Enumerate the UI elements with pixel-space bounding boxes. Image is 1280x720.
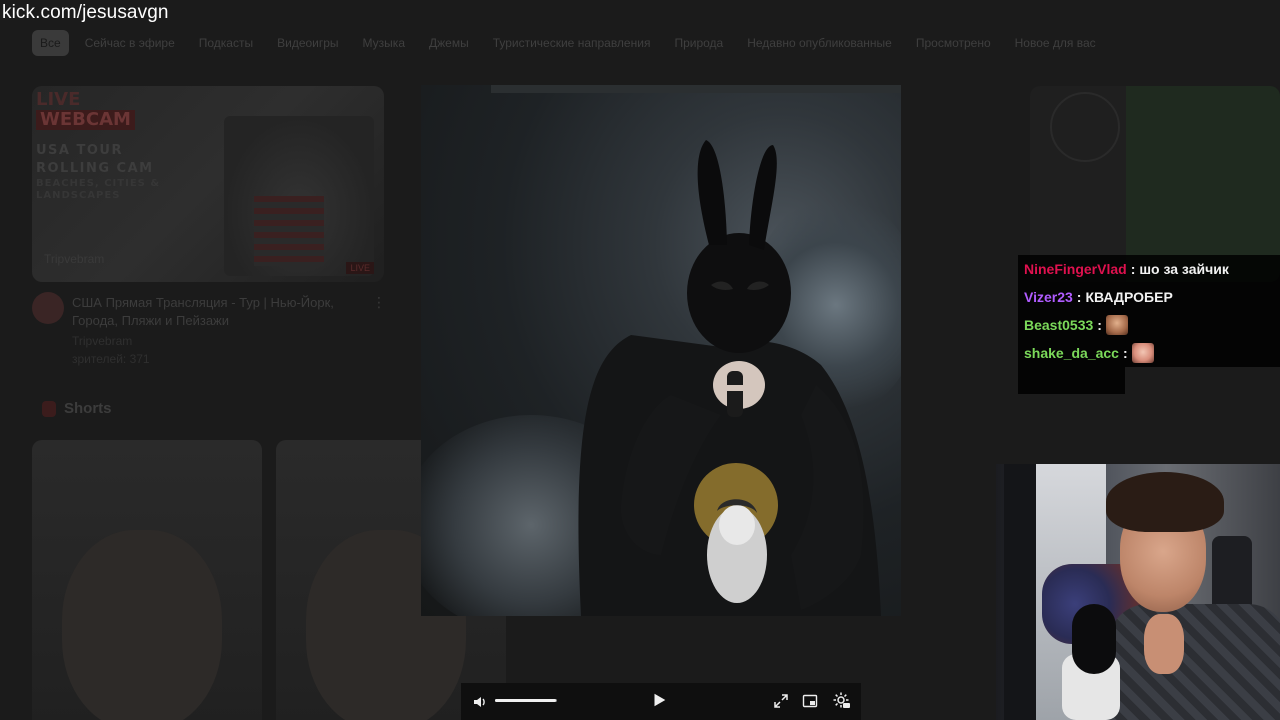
- category-chips: Все Сейчас в эфире Подкасты Видеоигры Му…: [32, 30, 1104, 56]
- thumbnail-image: [1126, 86, 1280, 282]
- chip[interactable]: Природа: [666, 30, 731, 56]
- thumb-line: ROLLING CAM: [36, 161, 154, 176]
- volume-slider-fill: [495, 699, 557, 702]
- chip[interactable]: Музыка: [355, 30, 413, 56]
- thumb-brand: Tripvebram: [44, 252, 105, 266]
- streamer-shirt: [1108, 604, 1280, 720]
- flag-graphic: [254, 196, 324, 266]
- chat-username: Vizer23: [1024, 289, 1073, 305]
- video-meta: Tripvebram зрителей: 371: [72, 332, 150, 368]
- streamer-hand: [1144, 614, 1184, 674]
- chat-overlay: NineFingerVlad : шо за зайчик Vizer23 : …: [1018, 255, 1280, 394]
- thumb-headline: USA TOUR ROLLING CAM: [36, 142, 154, 178]
- chat-username: shake_da_acc: [1024, 345, 1119, 361]
- chip[interactable]: Новое для вас: [1007, 30, 1104, 56]
- viewer-count: зрителей: 371: [72, 352, 150, 366]
- thumb-line: USA TOUR: [36, 143, 123, 158]
- chip[interactable]: Просмотрено: [908, 30, 999, 56]
- shorts-card[interactable]: [32, 440, 262, 720]
- chat-separator: :: [1122, 345, 1128, 361]
- chat-text: шо за зайчик: [1139, 261, 1229, 277]
- chat-text: КВАДРОБЕР: [1085, 289, 1173, 305]
- video-player[interactable]: [421, 85, 901, 616]
- channel-avatar[interactable]: [32, 292, 64, 324]
- player-controls: [461, 683, 861, 720]
- featured-video-thumbnail[interactable]: LIVE WEBCAM USA TOUR ROLLING CAM BEACHES…: [32, 86, 384, 282]
- channel-name[interactable]: Tripvebram: [72, 332, 150, 350]
- picture-in-picture-icon[interactable]: [801, 692, 819, 710]
- performer-figure: [578, 140, 881, 616]
- thumb-sub-line: BEACHES, CITIES &: [36, 178, 161, 189]
- thumb-subtitle: BEACHES, CITIES & LANDSCAPES: [36, 178, 160, 202]
- fullscreen-icon[interactable]: [772, 692, 790, 710]
- chat-message: NineFingerVlad : шо за зайчик: [1018, 255, 1280, 283]
- shorts-header: Shorts: [42, 400, 112, 417]
- chat-username: NineFingerVlad: [1024, 261, 1127, 277]
- shorts-logo-icon: [42, 400, 56, 417]
- thumb-webcam-text: WEBCAM: [36, 110, 135, 130]
- video-title[interactable]: США Прямая Трансляция - Тур | Нью-Йорк, …: [72, 294, 362, 330]
- face-emote-icon: [1131, 343, 1154, 363]
- chip[interactable]: Подкасты: [191, 30, 261, 56]
- channel-logo: [1050, 92, 1120, 162]
- thumb-live-label: LIVE WEBCAM: [36, 90, 135, 130]
- settings-gear-icon[interactable]: [832, 691, 850, 709]
- microphone-head: [1072, 604, 1116, 674]
- microphone: [1062, 604, 1122, 720]
- laughing-face-emote-icon: [1105, 315, 1128, 335]
- chat-separator: :: [1076, 289, 1082, 305]
- webcam-background: [1004, 464, 1036, 720]
- more-options-icon[interactable]: ⋮: [372, 294, 386, 311]
- play-icon[interactable]: [650, 691, 668, 709]
- thumb-sub-line: LANDSCAPES: [36, 190, 121, 201]
- chip[interactable]: Джемы: [421, 30, 477, 56]
- video-thumbnail[interactable]: [1030, 86, 1280, 282]
- volume-icon[interactable]: [471, 693, 489, 711]
- stream-url-watermark: kick.com/jesusavgn: [2, 2, 169, 23]
- streamer-hair: [1106, 472, 1224, 532]
- chat-username: Beast0533: [1024, 317, 1094, 333]
- live-badge: LIVE: [346, 262, 374, 274]
- chat-separator: :: [1097, 317, 1102, 333]
- chip[interactable]: Туристические направления: [485, 30, 659, 56]
- chat-background: [1018, 367, 1125, 394]
- shorts-thumbnail: [62, 530, 222, 720]
- chat-message: Vizer23 : КВАДРОБЕР: [1018, 283, 1280, 311]
- chip[interactable]: Недавно опубликованные: [739, 30, 900, 56]
- chip[interactable]: Видеоигры: [269, 30, 346, 56]
- chip[interactable]: Сейчас в эфире: [77, 30, 183, 56]
- chip[interactable]: Все: [32, 30, 69, 56]
- volume-slider[interactable]: [495, 699, 557, 702]
- chat-message: shake_da_acc :: [1018, 339, 1280, 367]
- streamer-webcam: [996, 464, 1280, 720]
- chat-separator: :: [1130, 261, 1136, 277]
- chat-message: Beast0533 :: [1018, 311, 1280, 339]
- thumb-live-text: LIVE: [36, 89, 81, 110]
- shorts-label: Shorts: [64, 400, 112, 417]
